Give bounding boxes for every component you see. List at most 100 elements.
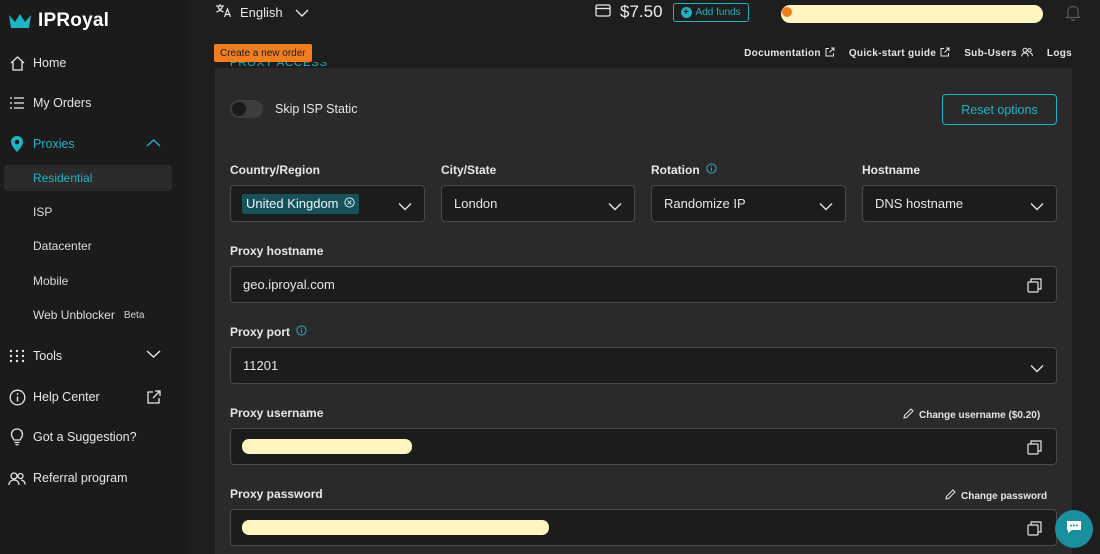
quick-start-guide-link[interactable]: Quick-start guide <box>849 47 950 60</box>
label-text: Proxy hostname <box>230 244 324 258</box>
password-redacted <box>242 520 549 535</box>
info-icon[interactable] <box>706 163 717 177</box>
chevron-down-icon <box>295 5 309 20</box>
proxy-username-label: Proxy username <box>230 406 323 420</box>
rotation-label: Rotation <box>651 163 717 177</box>
lightbulb-icon <box>8 428 26 446</box>
users-icon <box>8 469 26 487</box>
chip-label: United Kingdom <box>246 196 339 211</box>
sidebar-item-label: Tools <box>33 349 63 363</box>
chevron-up-icon[interactable] <box>146 136 161 150</box>
plus-circle-icon: + <box>680 6 692 18</box>
proxy-password-field[interactable] <box>230 509 1057 546</box>
label-text: Proxy password <box>230 487 323 501</box>
bell-icon[interactable] <box>1065 4 1081 26</box>
skip-isp-row: Skip ISP Static <box>230 100 357 118</box>
copy-icon[interactable] <box>1027 521 1042 541</box>
city-label: City/State <box>441 163 496 177</box>
list-icon <box>8 94 26 112</box>
label-text: Rotation <box>651 163 700 177</box>
proxy-access-panel: PROXY ACCESS Skip ISP Static Reset optio… <box>215 62 1072 554</box>
copy-icon[interactable] <box>1027 440 1042 460</box>
balance-amount: $7.50 <box>620 2 663 21</box>
city-select[interactable]: London <box>441 185 635 222</box>
clear-circle-icon[interactable] <box>343 196 355 211</box>
home-icon <box>8 54 26 72</box>
balance-area: $7.50 + Add funds <box>595 2 749 22</box>
info-icon[interactable] <box>296 325 307 339</box>
change-password-link[interactable]: Change password <box>945 489 1047 503</box>
chevron-down-icon <box>1030 360 1044 378</box>
skip-isp-label: Skip ISP Static <box>275 102 358 116</box>
label-text: City/State <box>441 163 497 177</box>
sidebar-subitem-mobile[interactable]: Mobile <box>4 268 172 294</box>
link-label: Change username ($0.20) <box>919 409 1041 421</box>
logo[interactable]: IPRoyal <box>8 8 109 34</box>
chevron-down-icon[interactable] <box>146 348 161 362</box>
documentation-link[interactable]: Documentation <box>744 47 835 60</box>
proxy-hostname-label: Proxy hostname <box>230 244 323 258</box>
top-bar: English $7.50 + Add funds <box>189 0 1100 36</box>
subitem-label: ISP <box>33 205 53 219</box>
field-value: geo.iproyal.com <box>243 277 335 292</box>
grid-dots-icon <box>8 347 26 365</box>
brand-name: IPRoyal <box>38 10 110 31</box>
country-select[interactable]: United Kingdom <box>230 185 425 222</box>
reset-options-button[interactable]: Reset options <box>942 94 1057 125</box>
sidebar-item-suggestion[interactable]: Got a Suggestion? <box>0 423 189 451</box>
proxy-username-field[interactable] <box>230 428 1057 465</box>
link-label: Quick-start guide <box>848 48 937 59</box>
beta-badge: Beta <box>123 309 145 321</box>
sidebar-item-tools[interactable]: Tools <box>0 342 189 370</box>
proxy-hostname-field[interactable]: geo.iproyal.com <box>230 266 1057 303</box>
sidebar-subitem-datacenter[interactable]: Datacenter <box>4 233 172 259</box>
pencil-icon <box>945 489 956 503</box>
sub-users-link[interactable]: Sub-Users <box>964 47 1033 60</box>
sidebar-subitem-isp[interactable]: ISP <box>4 199 172 225</box>
top-links: Documentation Quick-start guide Sub-User… <box>744 47 1072 60</box>
section-heading: PROXY ACCESS <box>230 62 328 69</box>
sidebar-item-proxies[interactable]: Proxies <box>0 130 189 158</box>
label-text: Country/Region <box>230 163 320 177</box>
info-icon <box>8 388 26 406</box>
link-label: Change password <box>961 490 1048 502</box>
language-selector[interactable]: English <box>215 4 309 20</box>
logo-crown-icon <box>8 12 32 30</box>
add-funds-button[interactable]: + Add funds <box>672 2 749 22</box>
skip-isp-toggle[interactable] <box>230 100 263 118</box>
sidebar-item-my-orders[interactable]: My Orders <box>0 89 189 117</box>
sidebar: IPRoyal Home My Orders Proxies Residenti… <box>0 0 189 554</box>
hostname-select[interactable]: DNS hostname <box>862 185 1057 222</box>
create-new-order-button[interactable]: Create a new order <box>214 44 312 62</box>
country-chip: United Kingdom <box>242 193 359 214</box>
chat-button[interactable] <box>1055 510 1093 548</box>
label-text: Proxy username <box>230 406 324 420</box>
users-icon <box>1021 47 1033 60</box>
external-link-icon <box>940 47 950 60</box>
rotation-select[interactable]: Randomize IP <box>651 185 846 222</box>
country-label: Country/Region <box>230 163 320 177</box>
link-label: Logs <box>1046 48 1072 59</box>
username-redacted <box>242 439 412 454</box>
link-label: Documentation <box>744 48 821 59</box>
subitem-label: Web Unblocker <box>33 308 115 322</box>
sidebar-subitem-residential[interactable]: Residential <box>4 165 172 191</box>
copy-icon[interactable] <box>1027 278 1042 298</box>
hostname-label: Hostname <box>862 163 920 177</box>
logs-link[interactable]: Logs <box>1047 47 1072 60</box>
proxy-port-select[interactable]: 11201 <box>230 347 1057 384</box>
change-username-link[interactable]: Change username ($0.20) <box>903 408 1040 422</box>
sidebar-item-label: Got a Suggestion? <box>33 430 137 444</box>
sidebar-item-label: Referral program <box>33 471 128 485</box>
sidebar-item-help-center[interactable]: Help Center <box>0 383 189 411</box>
subitem-label: Datacenter <box>33 239 92 253</box>
sidebar-item-home[interactable]: Home <box>0 49 189 77</box>
proxy-password-label: Proxy password <box>230 487 323 501</box>
chevron-down-icon <box>398 198 412 216</box>
select-value: DNS hostname <box>875 196 964 211</box>
sidebar-subitem-web-unblocker[interactable]: Web Unblocker Beta <box>4 302 172 328</box>
account-menu-redacted[interactable] <box>781 5 1043 23</box>
chat-bubble-icon <box>1065 519 1083 540</box>
wallet-icon <box>595 3 611 22</box>
sidebar-item-referral[interactable]: Referral program <box>0 464 189 492</box>
